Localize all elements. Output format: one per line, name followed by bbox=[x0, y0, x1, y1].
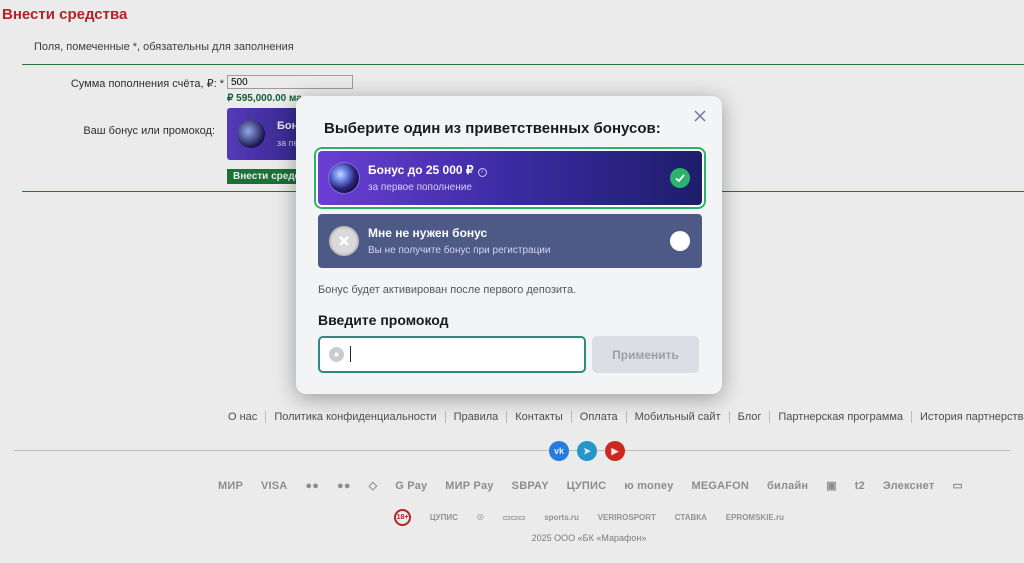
no-bonus-icon bbox=[329, 226, 359, 256]
apply-promo-button[interactable]: Применить bbox=[592, 336, 699, 373]
option-subtitle: Вы не получите бонус при регистрации bbox=[368, 245, 551, 256]
bonus-option-welcome[interactable]: Бонус до 25 000 ₽ i за первое пополнение bbox=[318, 151, 702, 205]
radio-unselected[interactable] bbox=[670, 231, 690, 251]
modal-title: Выберите один из приветственных бонусов: bbox=[324, 120, 661, 137]
option-title: Мне не нужен бонус bbox=[368, 226, 488, 240]
text-cursor bbox=[350, 346, 351, 362]
info-icon[interactable]: i bbox=[477, 168, 487, 177]
gear-icon bbox=[329, 347, 344, 362]
promo-code-input[interactable] bbox=[318, 336, 586, 373]
bonus-activation-note: Бонус будет активирован после первого де… bbox=[318, 284, 577, 296]
check-icon bbox=[670, 168, 690, 188]
close-icon[interactable] bbox=[692, 108, 708, 124]
option-title: Бонус до 25 000 ₽ i bbox=[368, 163, 487, 177]
option-title-text: Бонус до 25 000 ₽ bbox=[368, 163, 474, 177]
bonus-option-none[interactable]: Мне не нужен бонус Вы не получите бонус … bbox=[318, 214, 702, 268]
orb-icon bbox=[329, 163, 359, 193]
promo-title: Введите промокод bbox=[318, 312, 449, 328]
bonus-modal: Выберите один из приветственных бонусов:… bbox=[296, 96, 722, 394]
option-subtitle: за первое пополнение bbox=[368, 182, 472, 193]
